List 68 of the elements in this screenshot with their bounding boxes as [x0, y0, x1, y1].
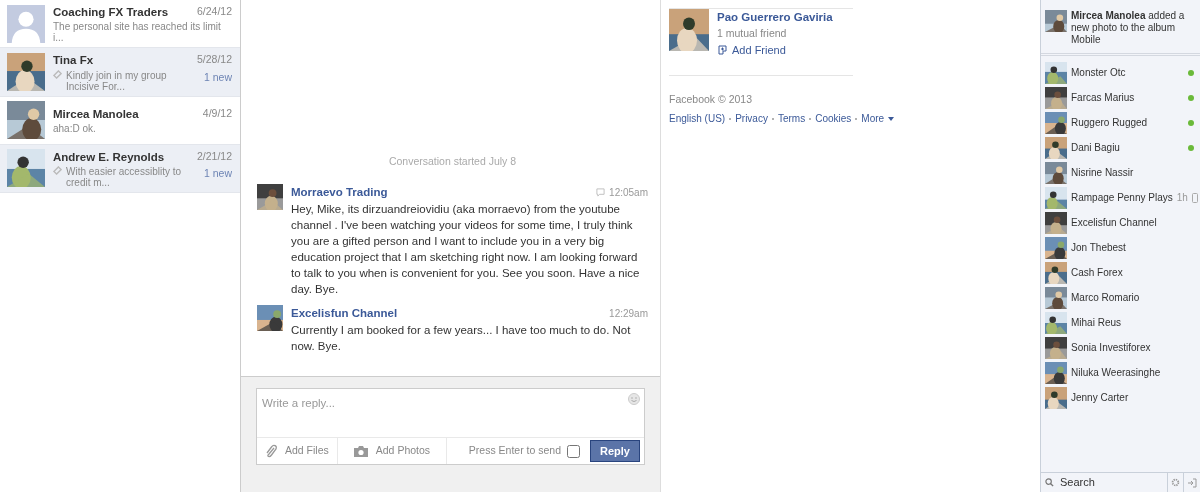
sender-name[interactable]: Excelisfun Channel — [291, 304, 398, 322]
thread-item[interactable]: Mircea Manolea 4/9/12 aha:D ok. — [0, 96, 240, 145]
chat-contact[interactable]: Monster Otc — [1041, 60, 1200, 85]
separator-dot-icon — [729, 117, 732, 120]
footer-link[interactable]: English (US) — [669, 111, 726, 127]
enter-to-send-checkbox[interactable] — [567, 444, 581, 458]
chat-contact[interactable]: Dani Bagiu — [1041, 135, 1200, 160]
thread-date: 2/21/12 — [196, 148, 232, 164]
new-count: 1 new — [203, 165, 232, 181]
sender-name[interactable]: Morraevo Trading — [291, 183, 388, 201]
chat-contact[interactable]: Ruggero Rugged — [1041, 110, 1200, 135]
search-icon — [1045, 478, 1054, 487]
chat-contact[interactable]: Rampage Penny Plays 1h — [1041, 185, 1200, 210]
idle-time: 1h — [1176, 191, 1188, 205]
reply-field[interactable]: Write a reply... — [257, 389, 624, 437]
conversation-start-label: Conversation started July 8 — [387, 153, 518, 169]
thread-snippet: The personal site has reached its limit i... — [53, 21, 222, 44]
chat-contact[interactable]: Mihai Reus — [1041, 310, 1200, 335]
message-text: Currently I am booked for a few years... I have too much to do. Not now. Bye. — [291, 323, 632, 354]
chat-contact[interactable]: Nisrine Nassir — [1041, 160, 1200, 185]
footer-link[interactable]: More — [861, 111, 895, 127]
hide-sidebar-button[interactable] — [1183, 473, 1200, 492]
reply-composer[interactable]: Write a reply... Add Files Add Photos Press Enter to send Reply — [256, 388, 645, 465]
message-text: Hey, Mike, its dirzuandreiovidiu (aka morraevo) from the youtube channel . I've been watching your videos for some time, I truly think you are a gifted person and I want to include you in a very big education project that I am sketching right now. I am looking forward to talk to you when is convenient for you. See you soon. Have a nice day. Bye. — [291, 201, 641, 297]
suggestion-name[interactable]: Pao Guerrero Gaviria — [717, 9, 833, 27]
thread-name: Coaching FX Traders — [53, 5, 169, 20]
add-files-button[interactable]: Add Files — [257, 438, 338, 464]
smiley-icon — [628, 393, 640, 405]
chat-contact[interactable]: Sonia Investiforex — [1041, 335, 1200, 360]
thread-name: Mircea Manolea — [53, 106, 139, 122]
message-time: 12:05am — [609, 185, 648, 200]
thread-name: Andrew E. Reynolds — [53, 149, 165, 165]
chat-search-field[interactable]: Search — [1058, 473, 1163, 492]
ticker-story[interactable]: Mircea Manolea added a new photo to the album Mobile — [1071, 10, 1196, 46]
chat-contact[interactable]: Excelisfun Channel — [1041, 210, 1200, 235]
separator-dot-icon — [809, 117, 812, 120]
thread-item[interactable]: Tina Fx 5/28/12 Kindly join in my group Incisive For... 1 new — [0, 48, 240, 97]
mutual-friends-label: 1 mutual friend — [717, 26, 788, 42]
enter-to-send-label: Press Enter to send — [468, 443, 562, 459]
caret-icon — [888, 116, 895, 121]
thread-date: 6/24/12 — [196, 4, 232, 19]
camera-icon — [353, 445, 368, 457]
paperclip-icon — [265, 444, 277, 458]
footer-link[interactable]: Terms — [777, 111, 806, 127]
chat-contact[interactable]: Jon Thebest — [1041, 235, 1200, 260]
copyright-text: Facebook © 2013 — [669, 91, 754, 107]
chat-contact[interactable]: Cash Forex — [1041, 260, 1200, 285]
thread-date: 4/9/12 — [202, 105, 232, 121]
reply-button[interactable]: Reply — [590, 439, 640, 463]
add-friend-link[interactable]: Add Friend — [717, 42, 833, 59]
message-time: 12:29am — [609, 306, 648, 321]
separator-dot-icon — [771, 117, 774, 120]
thread-item[interactable]: Andrew E. Reynolds 2/21/12 With easier accessiblity to credit m... 1 new — [0, 144, 240, 193]
separator-dot-icon — [855, 117, 858, 120]
thread-snippet: With easier accessiblity to credit m... — [66, 165, 183, 188]
chat-contact[interactable]: Marco Romario — [1041, 285, 1200, 310]
chat-contact[interactable]: Farcas Marius — [1041, 85, 1200, 110]
thread-date: 5/28/12 — [196, 52, 232, 68]
chat-contact[interactable]: Jenny Carter — [1041, 385, 1200, 410]
thread-snippet: aha:D ok. — [53, 123, 97, 135]
footer-link[interactable]: Privacy — [735, 111, 768, 127]
new-count: 1 new — [203, 69, 232, 85]
chat-contact[interactable]: Niluka Weerasinghe — [1041, 360, 1200, 385]
thread-name: Tina Fx — [53, 53, 94, 69]
add-photos-button[interactable]: Add Photos — [337, 438, 448, 464]
thread-snippet: Kindly join in my group Incisive For... — [66, 69, 168, 92]
exit-icon — [1187, 477, 1198, 488]
footer-link[interactable]: Cookies — [815, 111, 852, 127]
